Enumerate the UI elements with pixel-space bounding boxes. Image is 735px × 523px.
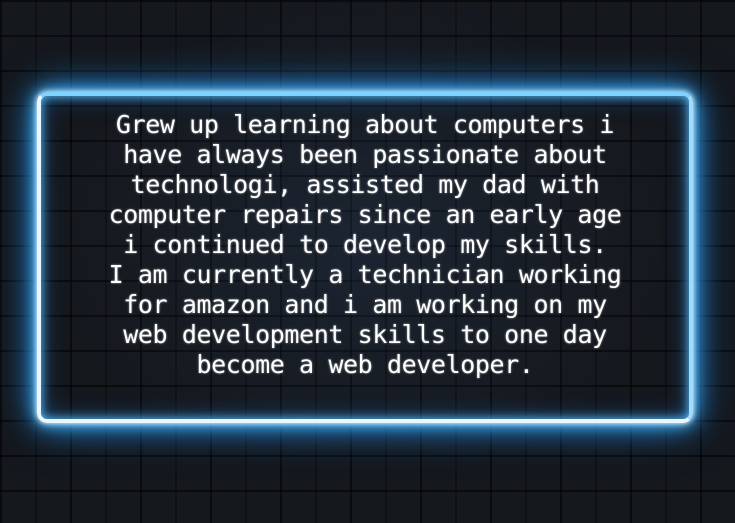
bio-text: Grew up learning about computers i have … — [108, 110, 622, 379]
